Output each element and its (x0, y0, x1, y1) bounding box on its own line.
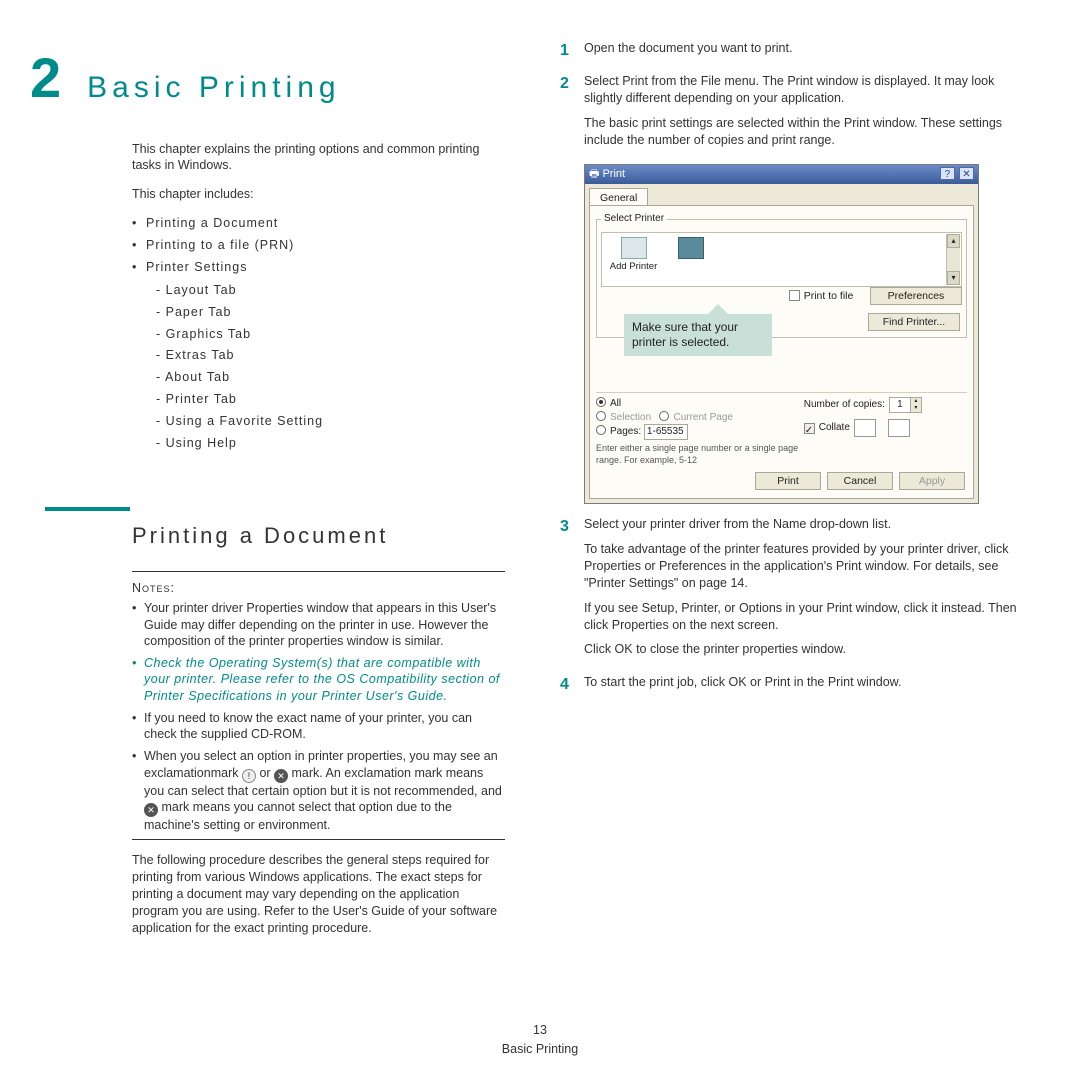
divider (132, 571, 505, 572)
toc-subitem[interactable]: Using a Favorite Setting (156, 413, 505, 430)
toc-item[interactable]: Printer Settings (132, 259, 505, 276)
page-number: 13 (0, 1022, 1080, 1039)
footer-chapter: Basic Printing (0, 1041, 1080, 1058)
toc-subitem[interactable]: Layout Tab (156, 282, 505, 299)
scroll-up-icon[interactable]: ▴ (947, 234, 960, 248)
notes-label: Notes: (132, 580, 505, 597)
divider (132, 839, 505, 840)
hint-box: Make sure that your printer is selected. (624, 314, 772, 356)
toc-subitem[interactable]: Extras Tab (156, 347, 505, 364)
spinner-down-icon[interactable]: ▾ (910, 405, 921, 412)
step-text: To take advantage of the printer feature… (584, 541, 1025, 592)
radio-pages[interactable] (596, 425, 606, 435)
printer-app-icon: 🖶 (589, 168, 599, 180)
note-item: If you need to know the exact name of yo… (132, 710, 505, 743)
note-item-os: Check the Operating System(s) that are c… (132, 655, 505, 704)
toc-item[interactable]: Printing to a file (PRN) (132, 237, 505, 254)
radio-all[interactable] (596, 397, 606, 407)
toc-subitem[interactable]: Printer Tab (156, 391, 505, 408)
chapter-number: 2 (30, 40, 62, 116)
step-text: The basic print settings are selected wi… (584, 115, 1025, 149)
intro-paragraph: This chapter explains the printing optio… (132, 141, 505, 175)
note-item: Your printer driver Properties window th… (132, 600, 505, 649)
section-rule (45, 507, 130, 511)
add-printer-label: Add Printer (606, 261, 661, 274)
procedure-intro: The following procedure describes the ge… (132, 852, 505, 936)
printer-list[interactable]: Add Printer ▴ ▾ (601, 232, 962, 287)
chapter-title: Basic Printing (87, 68, 340, 109)
add-printer-icon[interactable] (621, 237, 647, 259)
print-button[interactable]: Print (755, 472, 821, 490)
close-icon[interactable]: ✕ (959, 167, 974, 180)
step-text: Click OK to close the printer properties… (584, 641, 1025, 658)
toc-subitem[interactable]: Paper Tab (156, 304, 505, 321)
collate-checkbox[interactable]: ✓ (804, 423, 815, 434)
error-icon: ✕ (274, 769, 288, 783)
help-icon[interactable]: ? (940, 167, 955, 180)
toc-subitem[interactable]: About Tab (156, 369, 505, 386)
toc-subitem[interactable]: Graphics Tab (156, 326, 505, 343)
step-text: Select your printer driver from the Name… (584, 516, 1025, 533)
apply-button[interactable]: Apply (899, 472, 965, 490)
step-number: 3 (560, 516, 584, 666)
radio-selection[interactable] (596, 411, 606, 421)
preferences-button[interactable]: Preferences (870, 287, 962, 305)
spinner-up-icon[interactable]: ▴ (910, 398, 921, 405)
cancel-button[interactable]: Cancel (827, 472, 893, 490)
copies-spinner[interactable]: 1 ▴▾ (889, 397, 922, 413)
step-number: 2 (560, 73, 584, 157)
includes-label: This chapter includes: (132, 186, 505, 203)
toc-item[interactable]: Printing a Document (132, 215, 505, 232)
step-number: 4 (560, 674, 584, 699)
select-printer-legend: Select Printer (601, 212, 667, 226)
scroll-down-icon[interactable]: ▾ (947, 271, 960, 285)
dialog-titlebar: 🖶 Print ? ✕ (585, 165, 978, 184)
section-title: Printing a Document (132, 521, 505, 551)
collate-icon (888, 419, 910, 437)
pages-input[interactable]: 1-65535 (644, 424, 688, 440)
step-text: If you see Setup, Printer, or Options in… (584, 600, 1025, 634)
error-icon: ✕ (144, 803, 158, 817)
print-to-file-label: Print to file (804, 289, 854, 303)
find-printer-button[interactable]: Find Printer... (868, 313, 960, 331)
pages-hint: Enter either a single page number or a s… (596, 442, 804, 466)
collate-label: Collate (819, 421, 850, 435)
copies-label: Number of copies: (804, 398, 885, 412)
note-item: When you select an option in printer pro… (132, 748, 505, 833)
step-number: 1 (560, 40, 584, 65)
selected-printer-icon[interactable] (678, 237, 704, 259)
print-to-file-checkbox[interactable] (789, 290, 800, 301)
collate-icon (854, 419, 876, 437)
warning-icon: ! (242, 769, 256, 783)
toc-subitem[interactable]: Using Help (156, 435, 505, 452)
step-text: To start the print job, click OK or Prin… (584, 674, 1025, 691)
print-dialog: 🖶 Print ? ✕ General Select Printer Add P… (584, 164, 979, 504)
step-text: Open the document you want to print. (584, 40, 1025, 57)
tab-general[interactable]: General (589, 188, 648, 205)
radio-current-page[interactable] (659, 411, 669, 421)
step-text: Select Print from the File menu. The Pri… (584, 73, 1025, 107)
scrollbar[interactable]: ▴ ▾ (946, 234, 960, 285)
